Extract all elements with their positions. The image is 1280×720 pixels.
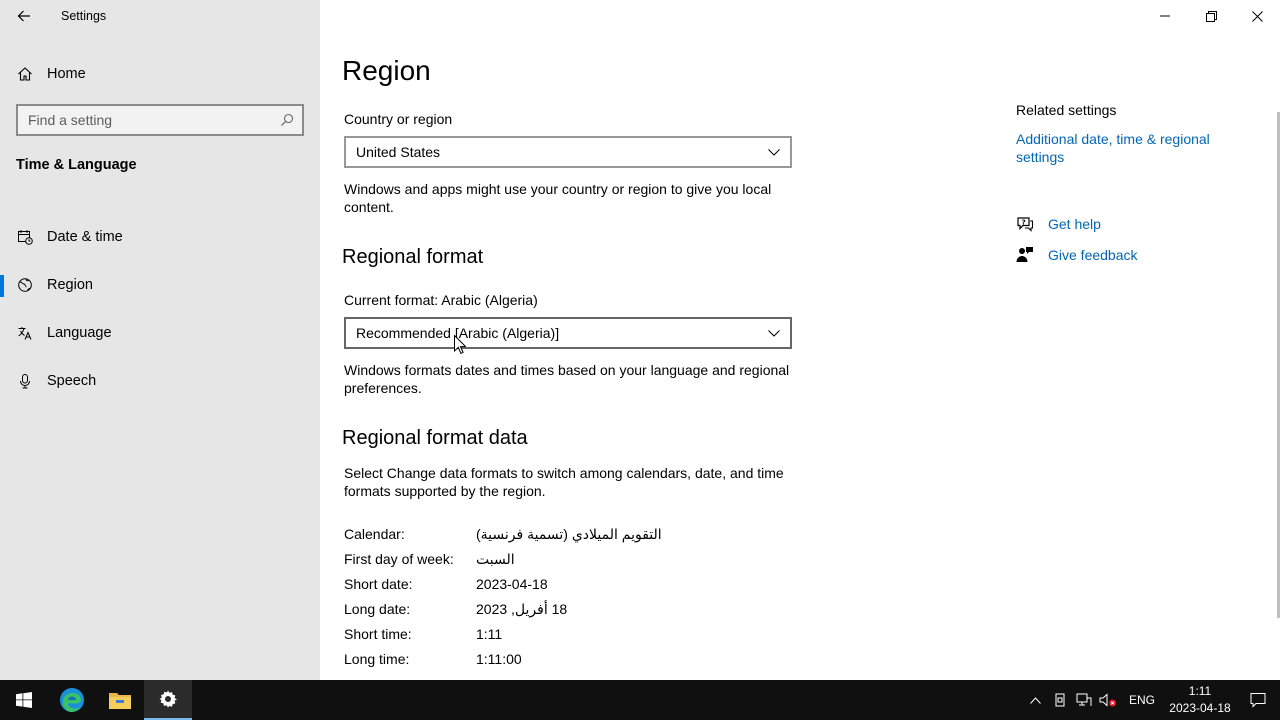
format-data-row: Short date: 2023-04-18	[344, 576, 548, 592]
app-title: Settings	[61, 9, 107, 23]
search-input[interactable]	[28, 112, 280, 128]
format-data-key: Short date:	[344, 576, 413, 592]
regional-format-description: Windows formats dates and times based on…	[344, 362, 790, 396]
format-data-row: Long time: 1:11:00	[344, 651, 522, 667]
close-button[interactable]	[1234, 0, 1280, 32]
taskbar-clock[interactable]: 1:11 2023-04-18	[1164, 683, 1236, 717]
format-data-row: Calendar: التقويم الميلادي (تسمية فرنسية…	[344, 526, 662, 543]
format-data-value: 1:11:00	[476, 651, 522, 667]
show-hidden-icons-button[interactable]	[1024, 680, 1048, 720]
network-icon	[1076, 693, 1092, 706]
additional-settings-link[interactable]: Additional date, time & regional setting…	[1016, 130, 1246, 166]
system-tray: ENG 1:11 2023-04-18	[1024, 680, 1280, 720]
globe-icon	[16, 276, 34, 294]
notification-icon	[1250, 693, 1266, 708]
chevron-up-icon	[1030, 696, 1042, 704]
sidebar-item-speech[interactable]: Speech	[0, 357, 320, 405]
volume-muted-icon	[1099, 693, 1116, 707]
chevron-down-icon	[768, 329, 780, 337]
device-icon	[1055, 693, 1065, 707]
search-box[interactable]	[16, 104, 304, 136]
related-settings-panel: Related settings Additional date, time &…	[1016, 102, 1246, 277]
close-icon	[1251, 10, 1263, 22]
section-title: Time & Language	[16, 157, 137, 173]
home-icon	[16, 65, 34, 83]
taskbar-file-explorer[interactable]	[96, 680, 144, 720]
country-description: Windows and apps might use your country …	[344, 181, 772, 215]
country-label: Country or region	[344, 111, 453, 127]
gear-icon	[159, 690, 177, 708]
sidebar-item-label: Language	[47, 325, 112, 341]
regional-format-dropdown[interactable]: Recommended [Arabic (Algeria)]	[344, 317, 792, 349]
sidebar-item-label: Speech	[47, 373, 97, 389]
give-feedback-row[interactable]: Give feedback	[1016, 246, 1246, 264]
sidebar-item-home[interactable]: Home	[16, 63, 86, 85]
network-button[interactable]	[1072, 680, 1096, 720]
format-data-row: Short time: 1:11	[344, 626, 502, 642]
format-data-value: 2023-04-18	[476, 576, 548, 592]
format-data-key: Long date:	[344, 601, 411, 617]
start-button[interactable]	[0, 680, 48, 720]
give-feedback-link[interactable]: Give feedback	[1048, 246, 1138, 264]
folder-icon	[109, 693, 131, 709]
format-data-heading: Regional format data	[342, 427, 528, 449]
sidebar-item-region[interactable]: Region	[0, 261, 320, 309]
sidebar-item-language[interactable]: Language	[0, 309, 320, 357]
sidebar-nav: Date & time Region Language Speech	[0, 213, 320, 405]
format-data-key: Calendar:	[344, 526, 405, 542]
sidebar-item-label: Date & time	[47, 229, 123, 245]
windows-logo-icon	[16, 692, 32, 708]
format-data-row: Long date: 18 أفريل, 2023	[344, 601, 567, 618]
feedback-icon	[1016, 246, 1034, 264]
taskbar: ENG 1:11 2023-04-18	[0, 680, 1280, 720]
chevron-down-icon	[768, 148, 780, 156]
input-language-indicator[interactable]: ENG	[1120, 693, 1164, 707]
format-data-key: Long time:	[344, 651, 410, 667]
help-chat-icon: ?	[1016, 215, 1034, 233]
svg-text:?: ?	[1022, 218, 1026, 226]
calendar-clock-icon	[16, 228, 34, 246]
clock-date: 2023-04-18	[1169, 701, 1231, 715]
window-controls	[1142, 0, 1280, 32]
back-button[interactable]	[10, 4, 38, 28]
taskbar-edge[interactable]	[48, 680, 96, 720]
format-data-key: First day of week:	[344, 551, 454, 567]
clock-time: 1:11	[1188, 684, 1212, 698]
minimize-button[interactable]	[1142, 0, 1188, 32]
country-value: United States	[356, 144, 441, 160]
related-settings-title: Related settings	[1016, 102, 1117, 118]
language-icon	[16, 324, 34, 342]
regional-format-heading: Regional format	[342, 246, 484, 268]
sidebar-item-label: Region	[47, 277, 93, 293]
get-help-link[interactable]: Get help	[1048, 215, 1101, 233]
format-data-row: First day of week: السبت	[344, 551, 515, 568]
get-help-row[interactable]: ? Get help	[1016, 215, 1246, 233]
format-data-value: السبت	[476, 551, 515, 567]
minimize-icon	[1160, 15, 1170, 17]
edge-browser-icon	[60, 688, 84, 712]
restore-icon	[1205, 10, 1217, 22]
back-arrow-icon	[17, 10, 30, 22]
notification-center-button[interactable]	[1236, 680, 1280, 720]
volume-button[interactable]	[1096, 680, 1120, 720]
sidebar-item-date-time[interactable]: Date & time	[0, 213, 320, 261]
microphone-icon	[16, 372, 34, 390]
tray-device-button[interactable]	[1048, 680, 1072, 720]
country-dropdown[interactable]: United States	[344, 136, 792, 168]
format-data-value: 18 أفريل, 2023	[476, 601, 568, 617]
taskbar-settings[interactable]	[144, 680, 192, 720]
search-icon[interactable]	[280, 113, 294, 127]
format-data-key: Short time:	[344, 626, 412, 642]
format-data-value: التقويم الميلادي (تسمية فرنسية)	[476, 526, 662, 542]
home-label: Home	[47, 66, 86, 82]
current-format-label: Current format: Arabic (Algeria)	[344, 292, 538, 308]
format-data-description: Select Change data formats to switch amo…	[344, 465, 784, 499]
mouse-cursor-icon	[454, 335, 466, 354]
restore-button[interactable]	[1188, 0, 1234, 32]
page-title: Region	[342, 55, 431, 86]
format-data-value: 1:11	[476, 626, 503, 642]
sidebar: Settings Home Time & Language Date & tim…	[0, 0, 320, 680]
